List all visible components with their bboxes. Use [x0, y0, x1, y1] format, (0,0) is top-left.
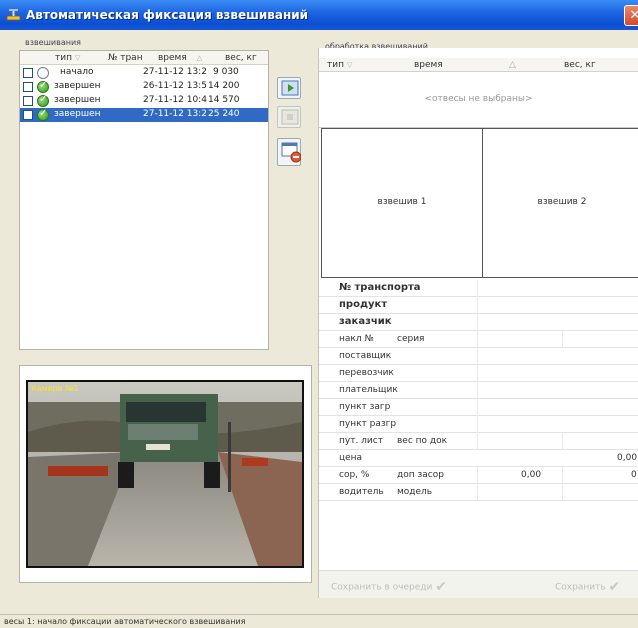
column-header-type[interactable]: тип ▽ [55, 53, 80, 63]
label-invoice: накл № [339, 334, 374, 344]
weighings-caption: взвешивания [25, 38, 81, 47]
extra-debris-value[interactable]: 0,00 [521, 470, 541, 480]
form-row-transport[interactable]: № транспорта [319, 280, 638, 297]
circle-icon [37, 67, 49, 79]
check-circle-icon [37, 108, 49, 121]
cell-weight: 25 240 [208, 109, 240, 119]
check-circle-icon [37, 94, 49, 107]
cell-type: начало [60, 67, 94, 77]
camera-panel: Камера №1 [19, 365, 312, 583]
weighing-1-label: взвешив 1 [377, 197, 427, 207]
stop-icon [281, 109, 299, 125]
form-row-unload-point[interactable]: пункт разгр [319, 416, 638, 433]
label-doc-weight: вес по док [397, 436, 448, 446]
label-load-point: пункт загр [339, 402, 391, 412]
form-row-waybill[interactable]: пут. лист вес по док [319, 433, 638, 450]
cell-time: 27-11-12 13:21 [143, 109, 207, 119]
camera-label: Камера №1 [31, 384, 79, 393]
cell-type: завершен [54, 95, 101, 105]
cell-weight: 14 570 [208, 95, 240, 105]
weighings-grid[interactable]: тип ▽ № тран время △ вес, кг начало 27-11-… [19, 50, 269, 350]
action-bar: Сохранить в очереди ✔ Сохранить ✔ [319, 570, 638, 598]
column-header-type[interactable]: тип ▽ [327, 60, 352, 70]
close-button[interactable]: ✕ [624, 5, 638, 26]
weighing-2-label: взвешив 2 [537, 197, 587, 207]
empty-selection: <отвесы не выбраны> [319, 72, 638, 128]
form-row-supplier[interactable]: поставщик [319, 348, 638, 365]
debris-right-value[interactable]: 0 [631, 470, 637, 480]
start-button[interactable] [277, 77, 301, 99]
label-customer: заказчик [339, 316, 392, 327]
delete-window-button[interactable] [277, 138, 301, 166]
form-row-load-point[interactable]: пункт загр [319, 399, 638, 416]
checkmark-icon: ✔ [608, 579, 621, 595]
window-title: Автоматическая фиксация взвешиваний [26, 8, 309, 22]
truck-on-scale-image [28, 382, 302, 566]
table-row[interactable]: завершен 26-11-12 13:51 14 200 [20, 80, 268, 94]
label-driver: водитель [339, 487, 384, 497]
column-header-time[interactable]: время [414, 60, 443, 70]
check-circle-icon [37, 80, 49, 93]
save-button[interactable]: Сохранить ✔ [555, 579, 620, 595]
form-row-payer[interactable]: плательщик [319, 382, 638, 399]
form-row-carrier[interactable]: перевозчик [319, 365, 638, 382]
price-value[interactable]: 0,00 [617, 453, 637, 463]
column-header-transport[interactable]: № тран [108, 53, 143, 63]
empty-text: <отвесы не выбраны> [424, 94, 533, 104]
weighing-2-box: взвешив 2 [482, 128, 638, 278]
cell-type: завершен [54, 81, 101, 91]
row-checkbox[interactable] [23, 96, 33, 106]
cell-weight: 14 200 [208, 81, 240, 91]
row-checkbox[interactable] [23, 82, 33, 92]
sort-indicator: △ [509, 60, 516, 70]
label-price: цена [339, 453, 363, 463]
cell-time: 26-11-12 13:51 [143, 81, 207, 91]
label-product: продукт [339, 299, 388, 310]
label-unload-point: пункт разгр [339, 419, 397, 429]
form-row-customer[interactable]: заказчик [319, 314, 638, 331]
column-header-weight[interactable]: вес, кг [225, 53, 257, 63]
label-waybill: пут. лист [339, 436, 383, 446]
title-bar[interactable]: Автоматическая фиксация взвешиваний ✕ [0, 0, 638, 30]
label-payer: плательщик [339, 385, 398, 395]
form-row-driver[interactable]: водитель модель [319, 484, 638, 501]
save-queue-icon: ✔ [435, 579, 447, 595]
label-supplier: поставщик [339, 351, 392, 361]
camera-image: Камера №1 [26, 380, 304, 568]
table-row[interactable]: начало 27-11-12 13:25 9 030 [20, 66, 268, 80]
column-header-time[interactable]: время △ [158, 53, 202, 63]
row-checkbox[interactable] [23, 110, 33, 120]
weighing-1-box: взвешив 1 [321, 128, 483, 278]
status-bar: весы 1: начало фиксации автоматического … [0, 614, 638, 628]
play-icon [281, 80, 299, 96]
label-extra-debris: доп засор [397, 470, 444, 480]
table-row-selected[interactable]: завершен 27-11-12 13:21 25 240 [20, 108, 268, 122]
scale-app-icon [6, 9, 21, 21]
form-row-price[interactable]: цена 0,00 [319, 450, 638, 467]
weighings-grid-header: тип ▽ № тран время △ вес, кг [20, 51, 268, 65]
column-header-weight[interactable]: вес, кг [564, 60, 596, 70]
window-delete-icon [281, 142, 301, 163]
label-debris-percent: сор, % [339, 470, 370, 480]
label-carrier: перевозчик [339, 368, 394, 378]
app-window: Автоматическая фиксация взвешиваний ✕ вз… [0, 0, 638, 628]
label-series: серия [397, 334, 425, 344]
save-queue-button[interactable]: Сохранить в очереди ✔ [331, 579, 447, 595]
cell-time: 27-11-12 13:25 [143, 67, 207, 77]
cell-weight: 9 030 [213, 67, 239, 77]
cell-time: 27-11-12 10:40 [143, 95, 207, 105]
stop-button[interactable] [277, 106, 301, 128]
label-transport: № транспорта [339, 282, 421, 293]
table-row[interactable]: завершен 27-11-12 10:40 14 570 [20, 94, 268, 108]
row-checkbox[interactable] [23, 68, 33, 78]
form-row-product[interactable]: продукт [319, 297, 638, 314]
processing-panel: тип ▽ время △ вес, кг <отвесы не выбраны>… [318, 48, 638, 598]
form-row-debris[interactable]: сор, % доп засор 0,00 0 [319, 467, 638, 484]
label-model: модель [397, 487, 433, 497]
cell-type: завершен [54, 109, 101, 119]
status-text: весы 1: начало фиксации автоматического … [4, 617, 246, 626]
form-row-invoice[interactable]: накл № серия [319, 331, 638, 348]
processing-grid-header: тип ▽ время △ вес, кг [319, 58, 638, 72]
